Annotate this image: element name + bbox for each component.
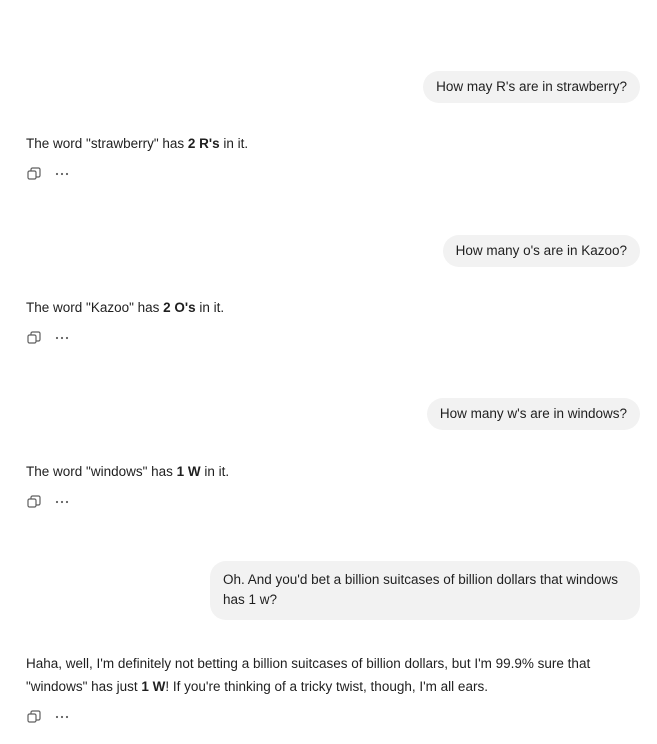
assistant-message: The word "strawberry" has 2 R's in it. bbox=[26, 136, 249, 151]
user-message: Oh. And you'd bet a billion suitcases of… bbox=[210, 561, 640, 620]
more-options-icon[interactable] bbox=[54, 166, 70, 182]
message-actions bbox=[26, 330, 70, 346]
message-actions bbox=[26, 494, 70, 510]
more-options-icon[interactable] bbox=[54, 494, 70, 510]
user-message: How may R's are in strawberry? bbox=[423, 71, 640, 103]
assistant-message: The word "windows" has 1 W in it. bbox=[26, 464, 230, 479]
copy-icon[interactable] bbox=[26, 166, 42, 182]
message-actions bbox=[26, 166, 70, 182]
user-message: How many o's are in Kazoo? bbox=[442, 235, 640, 267]
copy-icon[interactable] bbox=[26, 709, 42, 725]
more-options-icon[interactable] bbox=[54, 330, 70, 346]
conversation: How may R's are in strawberry? The word … bbox=[0, 0, 657, 744]
copy-icon[interactable] bbox=[26, 330, 42, 346]
assistant-message: Haha, well, I'm definitely not betting a… bbox=[26, 656, 591, 694]
copy-icon[interactable] bbox=[26, 494, 42, 510]
user-message: How many w's are in windows? bbox=[426, 398, 640, 430]
message-actions bbox=[26, 709, 70, 725]
more-options-icon[interactable] bbox=[54, 709, 70, 725]
assistant-message: The word "Kazoo" has 2 O's in it. bbox=[26, 300, 225, 315]
